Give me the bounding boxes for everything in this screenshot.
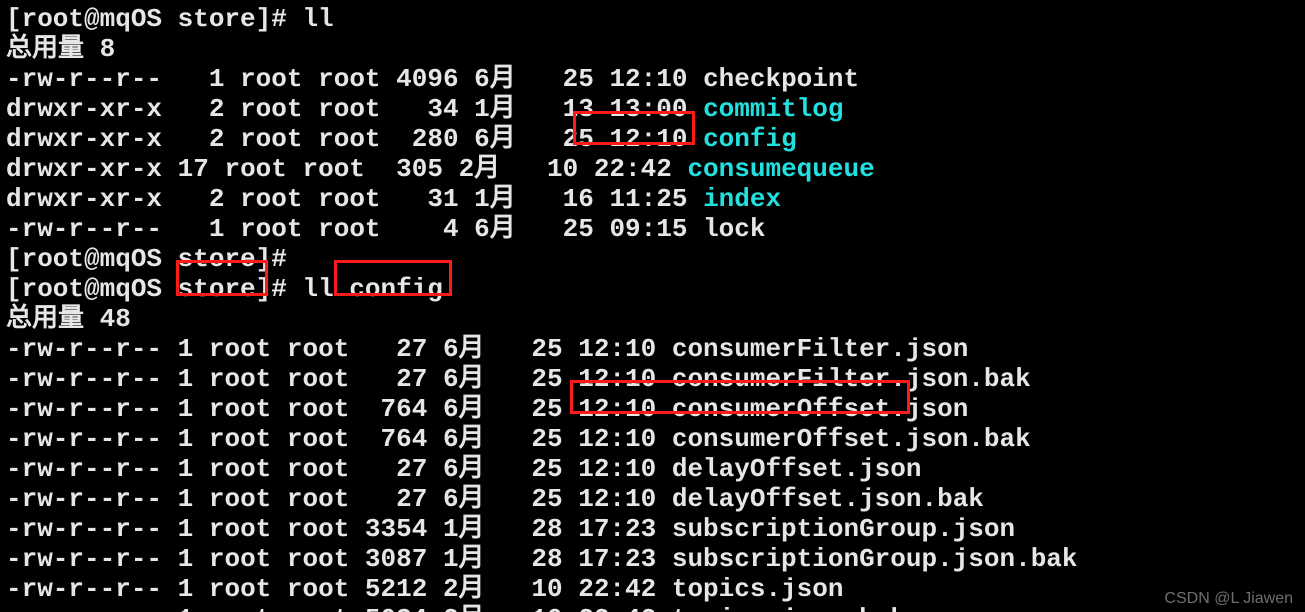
terminal-output[interactable]: [root@mqOS store]# ll 总用量 8 -rw-r--r-- 1… — [0, 0, 1305, 612]
highlight-consumer-offset — [570, 380, 910, 414]
ls-row: -rw-r--r-- 1 root root 27 6月 25 12:10 de… — [6, 484, 984, 514]
watermark-text: CSDN @L Jiawen — [1164, 590, 1293, 608]
ls-row: drwxr-xr-x 17 root root 305 2月 10 22:42 … — [6, 154, 875, 184]
highlight-config-arg — [334, 260, 452, 296]
total-line-2: 总用量 48 — [6, 304, 131, 334]
ls-row: -rw-r--r-- 1 root root 27 6月 25 12:10 de… — [6, 454, 921, 484]
ls-row: drwxr-xr-x 2 root root 34 1月 13 13:00 co… — [6, 94, 844, 124]
ls-row: -rw-r--r-- 1 root root 3087 1月 28 17:23 … — [6, 544, 1078, 574]
prompt-line-1: [root@mqOS store]# ll — [6, 4, 334, 34]
ls-row: -rw-r--r-- 1 root root 5034 2月 10 22:42 … — [6, 604, 906, 612]
highlight-store-word — [176, 260, 268, 296]
ls-row: -rw-r--r-- 1 root root 4096 6月 25 12:10 … — [6, 64, 859, 94]
ls-row: drwxr-xr-x 2 root root 31 1月 16 11:25 in… — [6, 184, 781, 214]
highlight-config-dir — [573, 111, 695, 145]
ls-row: -rw-r--r-- 1 root root 764 6月 25 12:10 c… — [6, 424, 1031, 454]
ls-row: -rw-r--r-- 1 root root 5212 2月 10 22:42 … — [6, 574, 843, 604]
ls-row: -rw-r--r-- 1 root root 4 6月 25 09:15 loc… — [6, 214, 765, 244]
ls-row: -rw-r--r-- 1 root root 3354 1月 28 17:23 … — [6, 514, 1015, 544]
total-line-1: 总用量 8 — [6, 34, 115, 64]
ls-row: -rw-r--r-- 1 root root 27 6月 25 12:10 co… — [6, 334, 968, 364]
